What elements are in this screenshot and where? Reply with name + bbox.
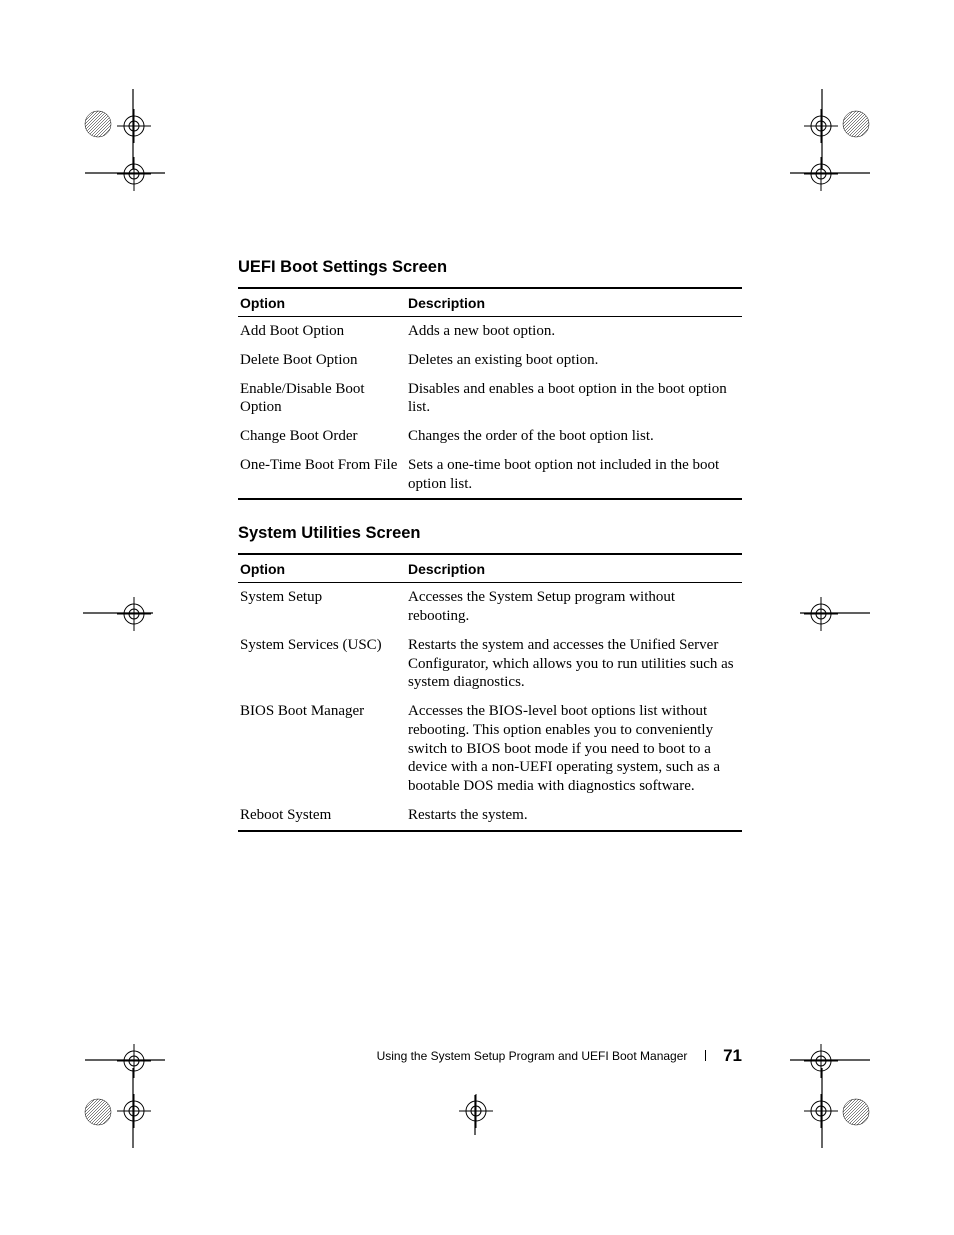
option-cell: Delete Boot Option — [238, 346, 406, 375]
registration-target-icon — [117, 1094, 151, 1128]
description-cell: Accesses the BIOS-level boot options lis… — [406, 697, 742, 801]
page-number: 71 — [723, 1046, 742, 1065]
option-cell: Change Boot Order — [238, 422, 406, 451]
table-row: One-Time Boot From File Sets a one-time … — [238, 451, 742, 500]
table-row: BIOS Boot Manager Accesses the BIOS-leve… — [238, 697, 742, 801]
option-cell: Add Boot Option — [238, 317, 406, 346]
page-content: UEFI Boot Settings Screen Option Descrip… — [238, 258, 742, 856]
registration-mark-icon — [84, 110, 112, 138]
registration-target-icon — [117, 109, 151, 143]
option-cell: BIOS Boot Manager — [238, 697, 406, 801]
option-cell: Enable/Disable Boot Option — [238, 375, 406, 423]
table-row: System Services (USC) Restarts the syste… — [238, 631, 742, 697]
table-row: Add Boot Option Adds a new boot option. — [238, 317, 742, 346]
description-cell: Changes the order of the boot option lis… — [406, 422, 742, 451]
table-header-row: Option Description — [238, 288, 742, 317]
footer-separator — [705, 1050, 706, 1061]
col-header-option: Option — [238, 554, 406, 583]
section-heading: UEFI Boot Settings Screen — [238, 258, 742, 277]
page-footer: Using the System Setup Program and UEFI … — [238, 1046, 742, 1066]
description-cell: Accesses the System Setup program withou… — [406, 583, 742, 631]
col-header-description: Description — [406, 288, 742, 317]
registration-target-icon — [804, 597, 838, 631]
table-row: System Setup Accesses the System Setup p… — [238, 583, 742, 631]
section-heading: System Utilities Screen — [238, 524, 742, 543]
registration-target-icon — [117, 597, 151, 631]
description-cell: Deletes an existing boot option. — [406, 346, 742, 375]
registration-target-icon — [804, 157, 838, 191]
table-row: Enable/Disable Boot Option Disables and … — [238, 375, 742, 423]
col-header-description: Description — [406, 554, 742, 583]
table-header-row: Option Description — [238, 554, 742, 583]
table-row: Reboot System Restarts the system. — [238, 801, 742, 831]
option-cell: One-Time Boot From File — [238, 451, 406, 500]
option-cell: Reboot System — [238, 801, 406, 831]
registration-target-icon — [804, 1044, 838, 1078]
registration-target-icon — [804, 1094, 838, 1128]
registration-target-icon — [459, 1094, 493, 1128]
registration-target-icon — [804, 109, 838, 143]
description-cell: Restarts the system and accesses the Uni… — [406, 631, 742, 697]
footer-chapter-title: Using the System Setup Program and UEFI … — [377, 1049, 688, 1063]
registration-target-icon — [117, 157, 151, 191]
registration-mark-icon — [842, 110, 870, 138]
table-row: Delete Boot Option Deletes an existing b… — [238, 346, 742, 375]
registration-mark-icon — [842, 1098, 870, 1126]
registration-target-icon — [117, 1044, 151, 1078]
option-cell: System Setup — [238, 583, 406, 631]
registration-mark-icon — [84, 1098, 112, 1126]
description-cell: Sets a one-time boot option not included… — [406, 451, 742, 500]
description-cell: Adds a new boot option. — [406, 317, 742, 346]
system-utilities-table: Option Description System Setup Accesses… — [238, 553, 742, 831]
option-cell: System Services (USC) — [238, 631, 406, 697]
table-row: Change Boot Order Changes the order of t… — [238, 422, 742, 451]
description-cell: Disables and enables a boot option in th… — [406, 375, 742, 423]
col-header-option: Option — [238, 288, 406, 317]
uefi-boot-settings-table: Option Description Add Boot Option Adds … — [238, 287, 742, 500]
description-cell: Restarts the system. — [406, 801, 742, 831]
